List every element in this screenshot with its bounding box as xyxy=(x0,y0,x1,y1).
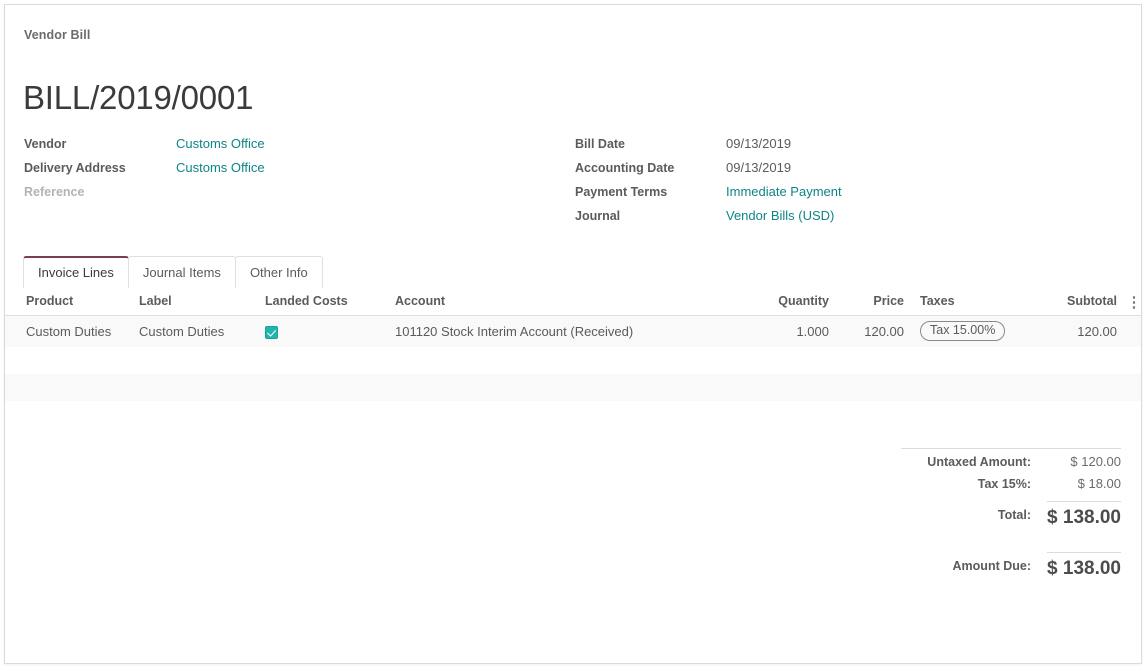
table-header-row: Product Label Landed Costs Account Quant… xyxy=(5,288,1142,316)
totals-value-amount-due: $ 138.00 xyxy=(1047,552,1121,580)
field-label-delivery-address: Delivery Address xyxy=(24,156,176,180)
column-header-price[interactable]: Price xyxy=(837,288,912,316)
cell-empty xyxy=(5,347,1142,374)
field-value-accounting-date[interactable]: 09/13/2019 xyxy=(726,156,791,180)
document-type-label: Vendor Bill xyxy=(24,28,90,42)
field-group-right: Bill Date 09/13/2019 Accounting Date 09/… xyxy=(575,132,955,228)
column-header-account[interactable]: Account xyxy=(387,288,727,316)
cell-empty xyxy=(5,374,1142,401)
table-row[interactable]: Custom Duties Custom Duties 101120 Stock… xyxy=(5,316,1142,348)
tab-other-info[interactable]: Other Info xyxy=(235,256,323,288)
field-row-payment-terms: Payment Terms Immediate Payment xyxy=(575,180,955,204)
notebook: Invoice Lines Journal Items Other Info xyxy=(23,256,1141,288)
invoice-lines-table: Product Label Landed Costs Account Quant… xyxy=(5,288,1142,401)
totals-row-tax: Tax 15%: $ 18.00 xyxy=(901,476,1121,498)
field-value-payment-terms[interactable]: Immediate Payment xyxy=(726,180,842,204)
tax-badge[interactable]: Tax 15.00% xyxy=(920,321,1005,341)
table-row-empty[interactable] xyxy=(5,347,1142,374)
cell-account[interactable]: 101120 Stock Interim Account (Received) xyxy=(387,316,727,348)
field-row-accounting-date: Accounting Date 09/13/2019 xyxy=(575,156,955,180)
totals-value-untaxed: $ 120.00 xyxy=(1047,454,1121,469)
field-row-bill-date: Bill Date 09/13/2019 xyxy=(575,132,955,156)
totals-value-tax: $ 18.00 xyxy=(1047,476,1121,491)
field-label-payment-terms: Payment Terms xyxy=(575,180,726,204)
field-label-vendor: Vendor xyxy=(24,132,176,156)
cell-taxes[interactable]: Tax 15.00% xyxy=(912,316,1040,348)
notebook-tablist: Invoice Lines Journal Items Other Info xyxy=(23,256,1141,288)
totals-value-total: $ 138.00 xyxy=(1047,501,1121,529)
totals-block: Untaxed Amount: $ 120.00 Tax 15%: $ 18.0… xyxy=(901,448,1121,583)
page-title: BILL/2019/0001 xyxy=(23,77,253,119)
totals-row-total: Total: $ 138.00 xyxy=(901,498,1121,532)
totals-label-tax[interactable]: Tax 15%: xyxy=(978,477,1047,491)
field-label-bill-date: Bill Date xyxy=(575,132,726,156)
tab-journal-items[interactable]: Journal Items xyxy=(128,256,236,288)
field-group-left: Vendor Customs Office Delivery Address C… xyxy=(24,132,354,204)
field-row-journal: Journal Vendor Bills (USD) xyxy=(575,204,955,228)
field-row-reference: Reference xyxy=(24,180,354,204)
table-row-empty[interactable] xyxy=(5,374,1142,401)
column-header-taxes[interactable]: Taxes xyxy=(912,288,1040,316)
field-row-vendor: Vendor Customs Office xyxy=(24,132,354,156)
column-header-subtotal[interactable]: Subtotal xyxy=(1040,288,1125,316)
field-value-delivery-address[interactable]: Customs Office xyxy=(176,156,265,180)
tab-invoice-lines[interactable]: Invoice Lines xyxy=(23,256,129,288)
totals-label-untaxed: Untaxed Amount: xyxy=(927,455,1047,469)
totals-label-amount-due: Amount Due: xyxy=(953,559,1047,573)
field-row-delivery-address: Delivery Address Customs Office xyxy=(24,156,354,180)
totals-label-total: Total: xyxy=(998,508,1047,522)
column-header-label[interactable]: Label xyxy=(131,288,257,316)
cell-product[interactable]: Custom Duties xyxy=(5,316,131,348)
optional-columns-button[interactable]: ⋮ xyxy=(1125,288,1142,316)
cell-quantity[interactable]: 1.000 xyxy=(727,316,837,348)
cell-landed-costs[interactable] xyxy=(257,316,387,348)
vertical-dots-icon: ⋮ xyxy=(1127,295,1142,310)
field-value-bill-date[interactable]: 09/13/2019 xyxy=(726,132,791,156)
field-label-reference: Reference xyxy=(24,180,176,204)
cell-price[interactable]: 120.00 xyxy=(837,316,912,348)
totals-spacer xyxy=(901,532,1121,549)
field-label-journal: Journal xyxy=(575,204,726,228)
landed-costs-checkbox[interactable] xyxy=(265,326,278,339)
cell-label[interactable]: Custom Duties xyxy=(131,316,257,348)
field-value-vendor[interactable]: Customs Office xyxy=(176,132,265,156)
totals-row-untaxed: Untaxed Amount: $ 120.00 xyxy=(901,454,1121,476)
field-value-journal[interactable]: Vendor Bills (USD) xyxy=(726,204,834,228)
column-header-landed-costs[interactable]: Landed Costs xyxy=(257,288,387,316)
cell-subtotal[interactable]: 120.00 xyxy=(1040,316,1125,348)
totals-row-amount-due: Amount Due: $ 138.00 xyxy=(901,549,1121,583)
form-sheet: Vendor Bill BILL/2019/0001 Vendor Custom… xyxy=(4,4,1142,664)
column-header-product[interactable]: Product xyxy=(5,288,131,316)
cell-options xyxy=(1125,316,1142,348)
field-label-accounting-date: Accounting Date xyxy=(575,156,726,180)
column-header-quantity[interactable]: Quantity xyxy=(727,288,837,316)
